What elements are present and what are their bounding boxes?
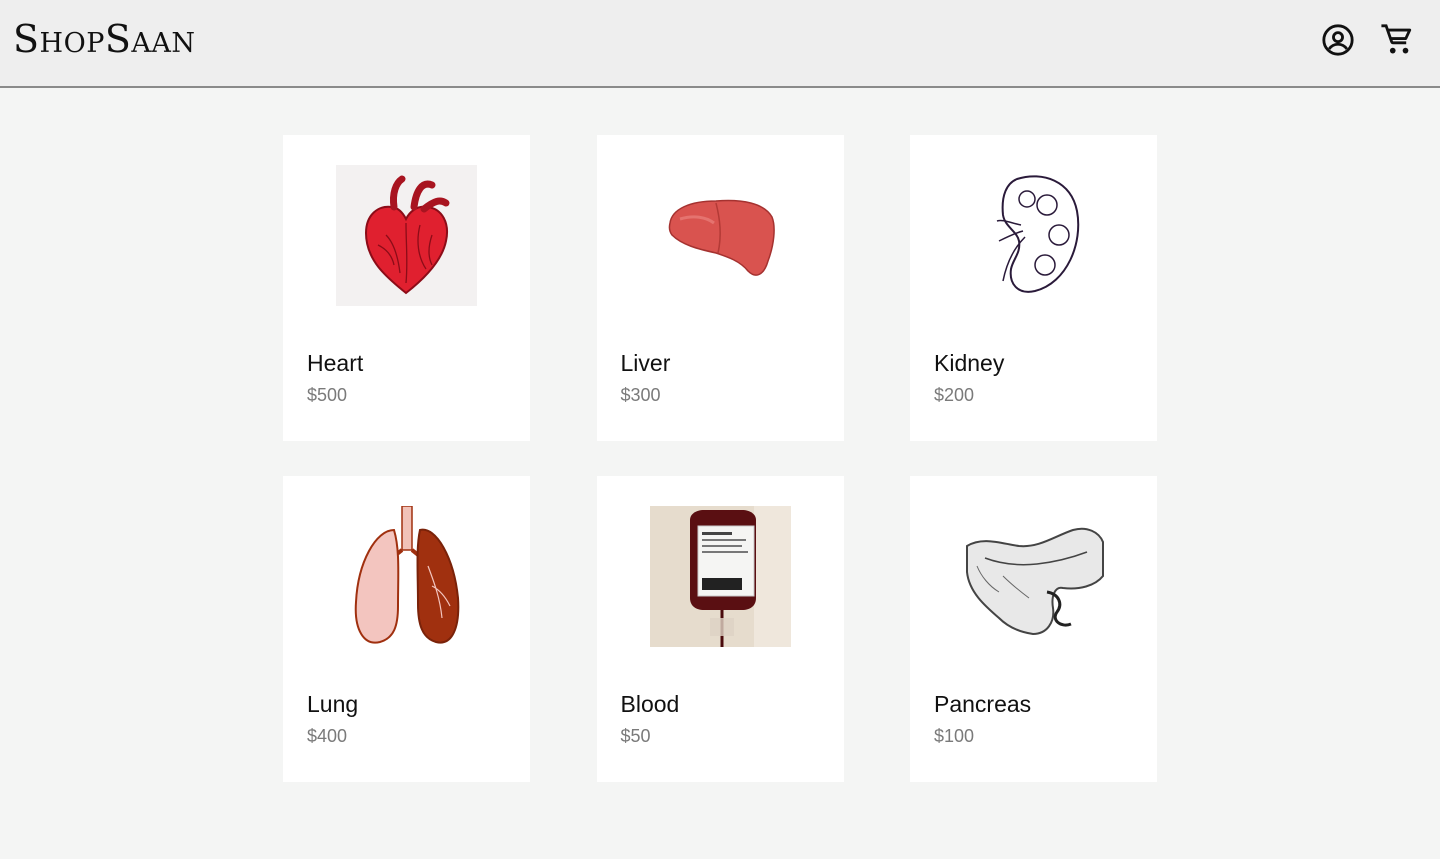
- liver-image[interactable]: [650, 165, 791, 306]
- product-card-blood[interactable]: Blood $50: [596, 476, 844, 782]
- product-card-lung[interactable]: Lung $400: [283, 476, 530, 782]
- product-name: Heart: [307, 350, 364, 376]
- brand-logo[interactable]: ShopSaan: [13, 16, 196, 62]
- product-card-liver[interactable]: Liver $300: [596, 135, 844, 441]
- heart-image[interactable]: [336, 165, 477, 306]
- account-circle-icon[interactable]: [1320, 22, 1356, 58]
- product-card-pancreas[interactable]: Pancreas $100: [910, 476, 1157, 782]
- pancreas-image[interactable]: [963, 506, 1104, 647]
- blood-bag-image[interactable]: [649, 506, 791, 647]
- kidney-image[interactable]: [963, 165, 1104, 306]
- product-name: Blood: [620, 691, 680, 717]
- product-name: Liver: [620, 350, 671, 376]
- product-price: $400: [307, 726, 348, 746]
- product-name: Pancreas: [934, 691, 1032, 717]
- product-card-kidney[interactable]: Kidney $200: [910, 135, 1157, 441]
- product-grid: Heart $500 Liver $300 Kidney $200 Lung $…: [283, 135, 1157, 782]
- shopping-cart-icon[interactable]: [1379, 22, 1415, 58]
- product-name: Kidney: [934, 350, 1005, 376]
- product-price: $100: [934, 726, 975, 746]
- product-price: $200: [934, 385, 975, 405]
- product-name: Lung: [307, 691, 359, 717]
- product-price: $300: [620, 385, 661, 405]
- lung-image[interactable]: [336, 506, 477, 647]
- top-app-bar: ShopSaan: [0, 0, 1440, 88]
- product-price: $500: [307, 385, 348, 405]
- product-price: $50: [620, 726, 651, 746]
- product-card-heart[interactable]: Heart $500: [283, 135, 530, 441]
